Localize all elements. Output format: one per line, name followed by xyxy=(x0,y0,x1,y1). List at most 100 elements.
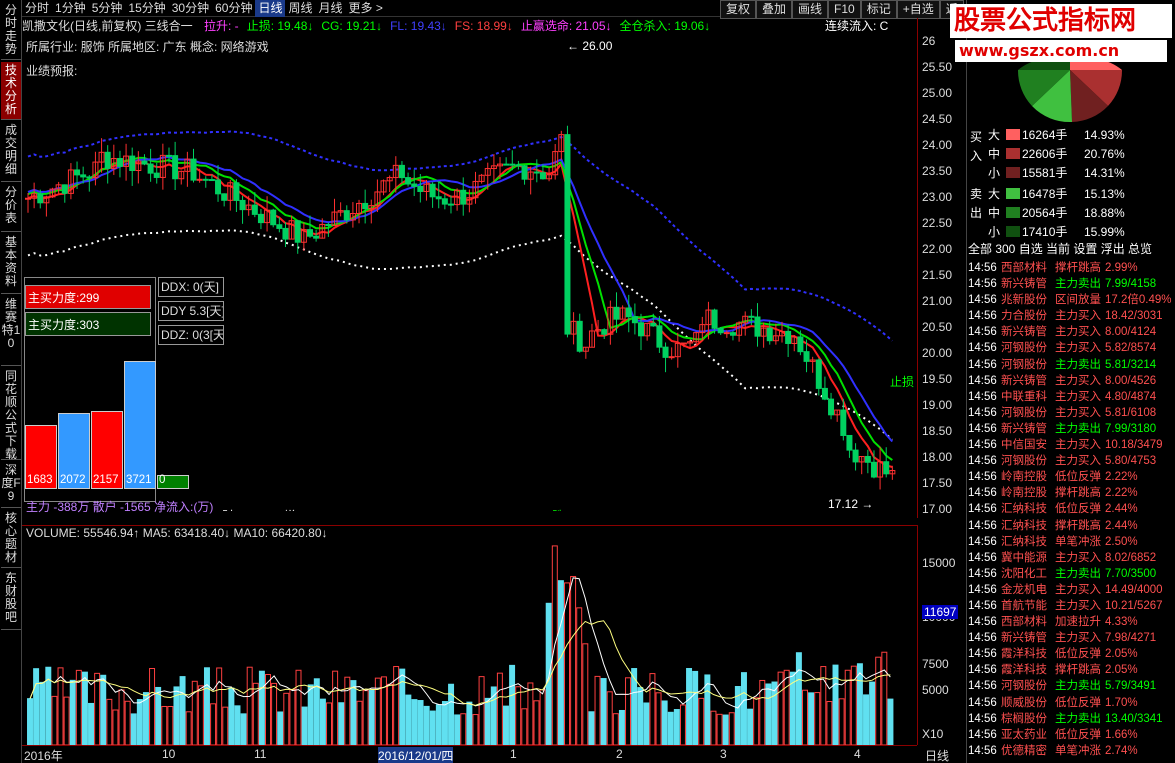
left-tab-4[interactable]: 基本资料 xyxy=(1,234,21,294)
candle xyxy=(411,169,418,197)
toolbar-button-1[interactable]: 叠加 xyxy=(756,0,793,19)
alert-ticker[interactable]: 14:56 西部材料 撑杆跳高 2.99% 14:56 新兴铸管 主力卖出 7.99/4158… xyxy=(968,260,1175,763)
ticker-row[interactable]: 14:56 中信国安 主力买入 10.18/3479 xyxy=(968,437,1175,453)
volume-bar xyxy=(344,676,351,745)
ticker-stock: 汇纳科技 xyxy=(1001,503,1047,516)
candle xyxy=(558,130,565,160)
volume-chart[interactable] xyxy=(22,525,917,745)
ticker-action: 低位反弹 xyxy=(1055,728,1101,741)
ticker-row[interactable]: 14:56 汇纳科技 撑杆跳高 2.44% xyxy=(968,518,1175,534)
ticker-row[interactable]: 14:56 棕榈股份 主力卖出 13.40/3341 xyxy=(968,711,1175,727)
left-tab-8[interactable]: 核心题材 xyxy=(1,510,21,568)
volume-bar xyxy=(258,670,265,745)
candle xyxy=(588,323,595,348)
toolbar-button-2[interactable]: 画线 xyxy=(792,0,829,19)
candle xyxy=(288,215,295,240)
ticker-row[interactable]: 14:56 汇纳科技 低位反弹 2.44% xyxy=(968,501,1175,517)
ticker-row[interactable]: 14:56 新兴铸管 主力买入 8.00/4526 xyxy=(968,373,1175,389)
ticker-row[interactable]: 14:56 首航节能 主力买入 10.21/5267 xyxy=(968,598,1175,614)
force-bar: 3721 xyxy=(124,361,156,489)
ticker-row[interactable]: 14:56 西部材料 加速拉升 4.33% xyxy=(968,614,1175,630)
ticker-row[interactable]: 14:56 新兴铸管 主力卖出 7.99/3180 xyxy=(968,421,1175,437)
toolbar-button-3[interactable]: F10 xyxy=(828,0,861,19)
ticker-row[interactable]: 14:56 岭南控股 低位反弹 2.22% xyxy=(968,469,1175,485)
volume-bar xyxy=(301,706,308,745)
volume-bar xyxy=(856,663,863,745)
volume-bar xyxy=(356,700,363,745)
period-tab-5[interactable]: 60分钟 xyxy=(212,0,255,17)
ticker-row[interactable]: 14:56 河钢股份 主力买入 5.81/6108 xyxy=(968,405,1175,421)
event-marker[interactable]: 跌 xyxy=(552,508,564,511)
ticker-row[interactable]: 14:56 冀中能源 主力买入 8.02/6852 xyxy=(968,550,1175,566)
ticker-time: 14:56 xyxy=(968,374,997,387)
ticker-row[interactable]: 14:56 河钢股份 主力卖出 5.81/3214 xyxy=(968,357,1175,373)
period-tab-2[interactable]: 5分钟 xyxy=(89,0,126,17)
left-tab-0[interactable]: 分时走势 xyxy=(1,2,21,60)
toolbar-button-4[interactable]: 标记 xyxy=(860,0,897,19)
volume-bar xyxy=(747,708,754,745)
ticker-tabs[interactable]: 全部 300 自选 当前 设置 浮出 总览 xyxy=(968,241,1174,258)
ticker-row[interactable]: 14:56 顺威股份 低位反弹 1.70% xyxy=(968,695,1175,711)
event-marker[interactable]: 增 xyxy=(284,509,296,511)
ticker-row[interactable]: 14:56 亚太药业 低位反弹 1.66% xyxy=(968,727,1175,743)
ticker-row[interactable]: 14:56 西部材料 撑杆跳高 2.99% xyxy=(968,260,1175,276)
ticker-action: 主力卖出 xyxy=(1055,680,1101,693)
ticker-row[interactable]: 14:56 霞洋科技 低位反弹 2.05% xyxy=(968,646,1175,662)
ticker-row[interactable]: 14:56 霞洋科技 撑杆跳高 2.05% xyxy=(968,662,1175,678)
ticker-stock: 河钢股份 xyxy=(1001,342,1047,355)
ticker-row[interactable]: 14:56 河钢股份 主力卖出 5.79/3491 xyxy=(968,678,1175,694)
ticker-row[interactable]: 14:56 河钢股份 主力买入 5.82/8574 xyxy=(968,340,1175,356)
candle xyxy=(270,208,277,228)
period-tab-9[interactable]: 更多 > xyxy=(346,0,386,17)
period-tab-3[interactable]: 15分钟 xyxy=(125,0,168,17)
ticker-row[interactable]: 14:56 汇纳科技 单笔冲涨 2.50% xyxy=(968,534,1175,550)
volume-bar xyxy=(875,656,882,745)
order-row: 大 16478手 15.13% xyxy=(988,185,1125,204)
volume-bar xyxy=(203,667,210,745)
ticker-row[interactable]: 14:56 中联重科 主力买入 4.80/4874 xyxy=(968,389,1175,405)
ticker-row[interactable]: 14:56 沈阳化工 主力卖出 7.70/3500 xyxy=(968,566,1175,582)
period-tab-0[interactable]: 分时 xyxy=(22,0,52,17)
left-tab-6[interactable]: 同花顺公式下载 xyxy=(1,368,21,461)
candlestick-chart[interactable]: ← 26.00 17.12 → 止损财 增 跌 xyxy=(22,34,917,511)
dd-indicators: DDX: 0(天] DDY 5.3[天] DDZ: 0(3[天] xyxy=(158,277,228,349)
dd-indicator-0: DDX: 0(天] xyxy=(158,277,224,297)
price-tick: 20.50 xyxy=(922,320,953,334)
candle xyxy=(184,151,191,187)
left-tab-9[interactable]: 东财股吧 xyxy=(1,570,21,630)
left-tab-2[interactable]: 成交明细 xyxy=(1,122,21,182)
volume-bar xyxy=(240,713,247,745)
order-row: 小 17410手 15.99% xyxy=(988,223,1125,242)
ticker-row[interactable]: 14:56 兆新股份 区间放量 17.2倍0.49% xyxy=(968,292,1175,308)
ticker-row[interactable]: 14:56 新兴铸管 主力买入 8.00/4124 xyxy=(968,324,1175,340)
left-tab-3[interactable]: 分价表 xyxy=(1,184,21,232)
toolbar-button-0[interactable]: 复权 xyxy=(720,0,757,19)
ticker-action: 主力卖出 xyxy=(1055,358,1101,371)
left-tab-5[interactable]: 维赛特10 xyxy=(1,296,21,366)
volume-bar xyxy=(686,668,693,745)
volume-bar xyxy=(887,698,894,745)
candle xyxy=(858,455,865,475)
ticker-row[interactable]: 14:56 优德精密 单笔冲涨 2.74% xyxy=(968,743,1175,759)
date-tick: 2 xyxy=(616,747,623,761)
ticker-row[interactable]: 14:56 新兴铸管 主力买入 7.98/4271 xyxy=(968,630,1175,646)
left-tab-1[interactable]: 技术分析 xyxy=(1,62,21,120)
event-marker[interactable]: 财 xyxy=(222,509,234,511)
period-tab-7[interactable]: 周线 xyxy=(285,0,315,17)
period-tab-4[interactable]: 30分钟 xyxy=(169,0,212,17)
ticker-row[interactable]: 14:56 力合股份 主力买入 18.42/3031 xyxy=(968,308,1175,324)
period-tab-8[interactable]: 月线 xyxy=(316,0,346,17)
stop-loss-label: 止损 xyxy=(890,375,914,389)
ticker-row[interactable]: 14:56 河钢股份 主力买入 5.80/4753 xyxy=(968,453,1175,469)
toolbar-button-5[interactable]: +自选 xyxy=(896,0,940,19)
period-tab-1[interactable]: 1分钟 xyxy=(52,0,89,17)
ticker-value: 5.81/3214 xyxy=(1105,358,1157,371)
price-tick: 19.00 xyxy=(922,398,953,412)
ticker-row[interactable]: 14:56 金龙机电 主力买入 14.49/4000 xyxy=(968,582,1175,598)
ticker-row[interactable]: 14:56 新兴铸管 主力卖出 7.99/4158 xyxy=(968,276,1175,292)
ticker-value: 4.80/4874 xyxy=(1105,390,1157,403)
period-tab-6[interactable]: 日线 xyxy=(255,0,286,17)
ticker-row[interactable]: 14:56 岭南控股 撑杆跳高 2.22% xyxy=(968,485,1175,501)
left-tab-7[interactable]: 深度F9 xyxy=(1,462,21,508)
candle xyxy=(729,330,736,341)
